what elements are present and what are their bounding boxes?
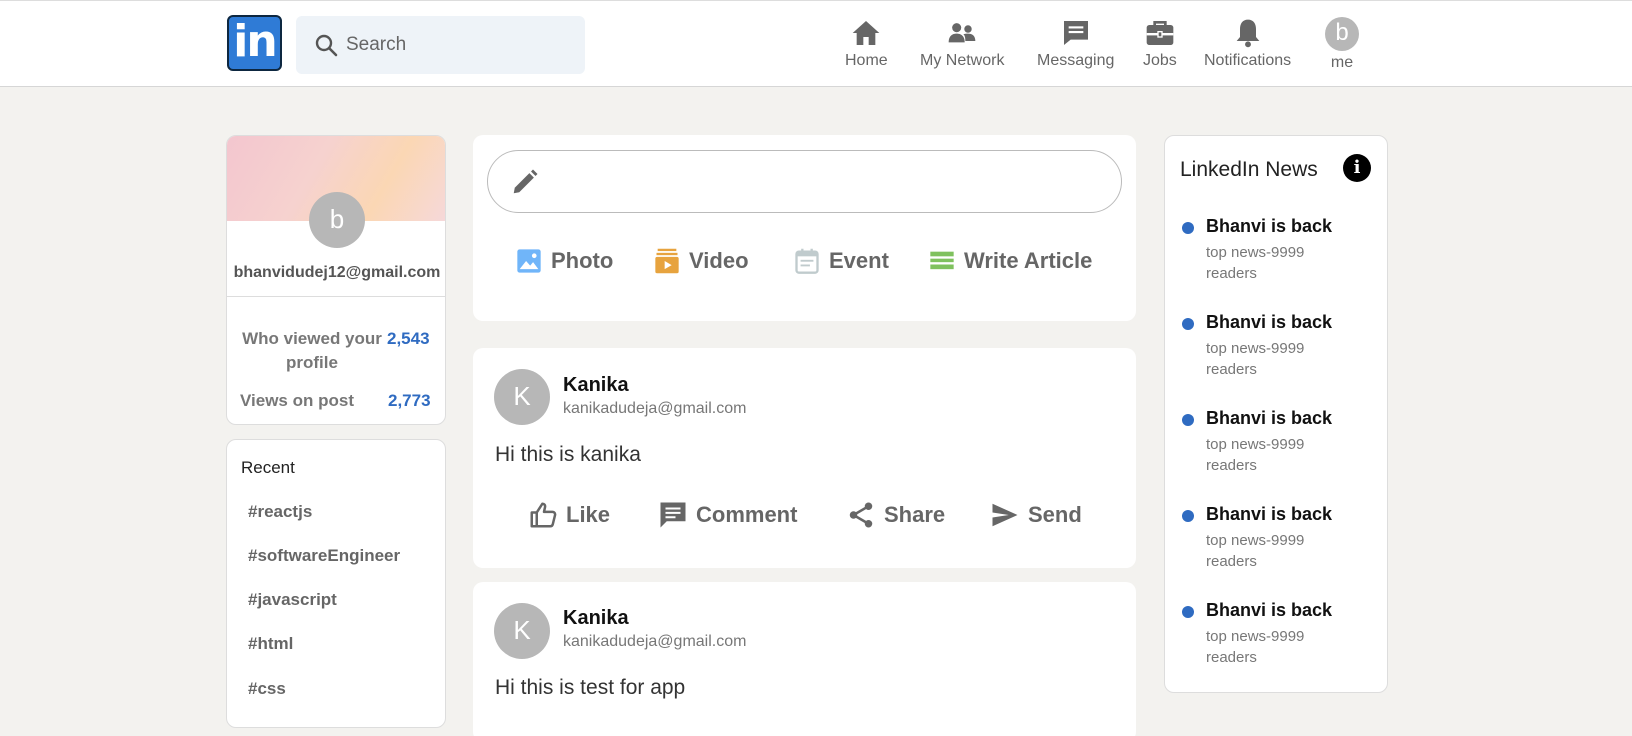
nav-label-home: Home — [845, 52, 888, 69]
post-author-email: kanikadudeja@gmail.com — [563, 633, 747, 650]
news-headline[interactable]: Bhanvi is back — [1206, 504, 1332, 525]
post-avatar[interactable]: K — [494, 603, 550, 659]
news-bullet — [1182, 606, 1194, 618]
news-bullet — [1182, 222, 1194, 234]
share-box: Photo Video Event Write Article — [473, 135, 1136, 321]
recent-title: Recent — [241, 458, 295, 477]
nav-label-me: me — [1330, 54, 1354, 71]
recent-tag-softwareengineer[interactable]: #softwareEngineer — [248, 546, 400, 566]
news-headline[interactable]: Bhanvi is back — [1206, 312, 1332, 333]
top-header: in Home My Network Messaging Jobs Notifi… — [0, 0, 1632, 87]
news-subtext: top news-9999 readers — [1206, 628, 1305, 666]
post-card: K Kanika kanikadudeja@gmail.com Hi this … — [473, 348, 1136, 568]
post-text: Hi this is kanika — [495, 443, 641, 466]
profile-email[interactable]: bhanvidudej12@gmail.com — [227, 264, 445, 282]
photo-icon — [517, 249, 541, 273]
event-icon — [795, 248, 819, 274]
share-button[interactable]: Share — [846, 500, 945, 530]
me-avatar[interactable]: b — [1325, 17, 1359, 51]
nav-jobs[interactable]: Jobs — [1143, 17, 1177, 75]
news-title: LinkedIn News — [1180, 158, 1318, 181]
nav-label-my-network: My Network — [920, 52, 1005, 69]
nav-my-network[interactable]: My Network — [920, 17, 1004, 75]
news-subtext: top news-9999 readers — [1206, 244, 1305, 282]
news-headline[interactable]: Bhanvi is back — [1206, 216, 1332, 237]
post-author-name[interactable]: Kanika — [563, 607, 629, 630]
comment-button[interactable]: Comment — [658, 500, 797, 530]
comment-label: Comment — [696, 502, 798, 527]
start-post-input[interactable] — [487, 150, 1122, 213]
recent-tag-reactjs[interactable]: #reactjs — [248, 502, 312, 522]
news-subtext: top news-9999 readers — [1206, 340, 1305, 378]
like-label: Like — [566, 502, 611, 527]
photo-label: Photo — [551, 248, 614, 273]
recent-tag-html[interactable]: #html — [248, 634, 293, 654]
news-subtext: top news-9999 readers — [1206, 436, 1305, 474]
write-article-label: Write Article — [964, 248, 1093, 273]
home-icon — [853, 21, 880, 45]
article-icon — [930, 251, 954, 270]
event-button[interactable]: Event — [793, 247, 889, 275]
bell-icon — [1236, 19, 1259, 48]
send-icon — [992, 503, 1018, 527]
nav-messaging[interactable]: Messaging — [1037, 17, 1114, 75]
post-avatar[interactable]: K — [494, 369, 550, 425]
video-label: Video — [689, 248, 749, 273]
nav-label-messaging: Messaging — [1037, 52, 1115, 69]
post-author-name[interactable]: Kanika — [563, 374, 629, 397]
news-bullet — [1182, 414, 1194, 426]
pencil-icon — [513, 169, 538, 193]
news-headline[interactable]: Bhanvi is back — [1206, 600, 1332, 621]
news-subtext: top news-9999 readers — [1206, 532, 1305, 570]
info-icon[interactable]: i — [1343, 154, 1371, 182]
nav-label-notifications: Notifications — [1204, 52, 1292, 69]
profile-card: b bhanvidudej12@gmail.com Who viewed you… — [226, 135, 446, 425]
stat-label-profile-views: Who viewed your profile — [242, 329, 382, 372]
send-button[interactable]: Send — [990, 500, 1082, 530]
nav-notifications[interactable]: Notifications — [1204, 17, 1291, 75]
profile-avatar[interactable]: b — [309, 192, 365, 248]
stat-value-post-views[interactable]: 2,773 — [388, 391, 431, 411]
share-label: Share — [884, 502, 946, 527]
stat-value-profile-views[interactable]: 2,543 — [387, 329, 430, 349]
thumbs-up-icon — [530, 502, 557, 528]
linkedin-logo[interactable]: in — [227, 15, 282, 71]
news-card: LinkedIn News i Bhanvi is back top news-… — [1164, 135, 1388, 693]
messaging-icon — [1063, 21, 1088, 45]
nav-label-jobs: Jobs — [1143, 52, 1177, 69]
write-article-button[interactable]: Write Article — [928, 247, 1092, 275]
search-input[interactable] — [346, 34, 566, 56]
like-button[interactable]: Like — [528, 500, 610, 530]
news-bullet — [1182, 510, 1194, 522]
photo-button[interactable]: Photo — [515, 247, 613, 275]
send-label: Send — [1028, 502, 1082, 527]
comment-icon — [660, 502, 686, 528]
recent-card: Recent #reactjs #softwareEngineer #javas… — [226, 439, 446, 728]
post-text: Hi this is test for app — [495, 676, 686, 699]
post-author-email: kanikadudeja@gmail.com — [563, 400, 747, 417]
recent-tag-css[interactable]: #css — [248, 679, 286, 699]
video-icon — [655, 248, 679, 274]
event-label: Event — [829, 248, 889, 273]
news-headline[interactable]: Bhanvi is back — [1206, 408, 1332, 429]
briefcase-icon — [1146, 21, 1174, 45]
stat-label-post-views: Views on post — [240, 391, 354, 410]
search-icon — [315, 34, 338, 57]
search-bar[interactable] — [296, 16, 585, 74]
video-button[interactable]: Video — [653, 247, 749, 275]
nav-home[interactable]: Home — [845, 17, 888, 75]
share-icon — [849, 502, 873, 528]
nav-me[interactable]: b me — [1325, 17, 1359, 75]
network-icon — [948, 23, 976, 43]
recent-tag-javascript[interactable]: #javascript — [248, 590, 337, 610]
profile-divider — [227, 296, 445, 297]
news-bullet — [1182, 318, 1194, 330]
post-card: K Kanika kanikadudeja@gmail.com Hi this … — [473, 582, 1136, 736]
